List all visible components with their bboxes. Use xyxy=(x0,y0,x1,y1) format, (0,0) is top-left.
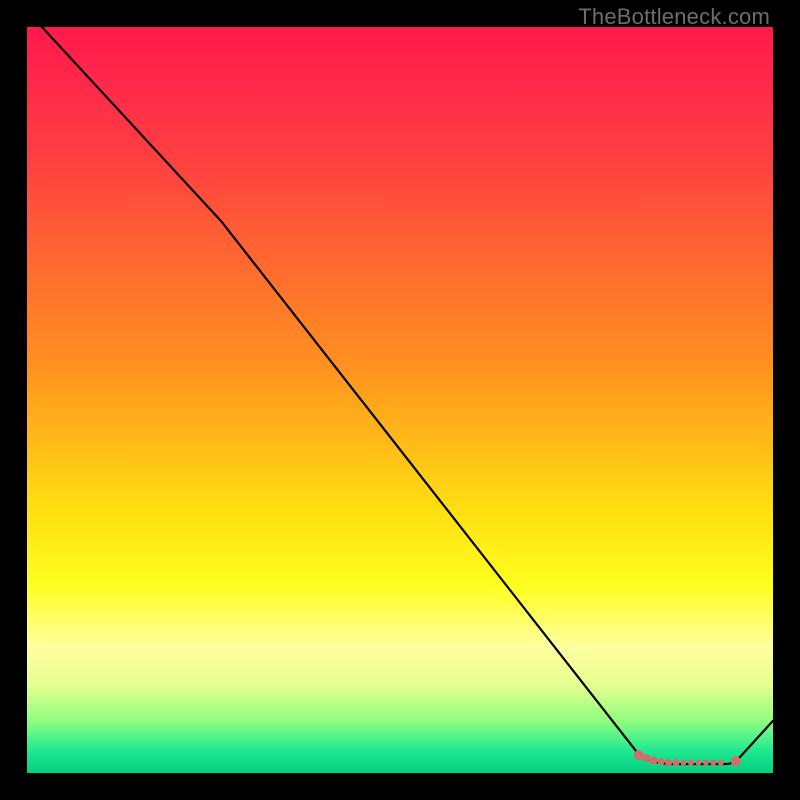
chart-marker xyxy=(658,758,665,765)
chart-marker xyxy=(688,760,694,766)
chart-marker xyxy=(703,760,709,766)
chart-marker xyxy=(665,759,672,766)
watermark-text: TheBottleneck.com xyxy=(578,4,770,30)
chart-marker xyxy=(642,754,650,762)
chart-overlay xyxy=(27,27,773,773)
chart-marker xyxy=(673,759,680,766)
chart-marker xyxy=(634,750,644,760)
chart-marker xyxy=(731,756,741,766)
chart-marker xyxy=(718,760,724,766)
chart-curve xyxy=(42,27,773,764)
chart-marker xyxy=(681,760,687,766)
chart-marker xyxy=(710,760,716,766)
chart-marker xyxy=(695,760,701,766)
chart-marker xyxy=(650,756,658,764)
